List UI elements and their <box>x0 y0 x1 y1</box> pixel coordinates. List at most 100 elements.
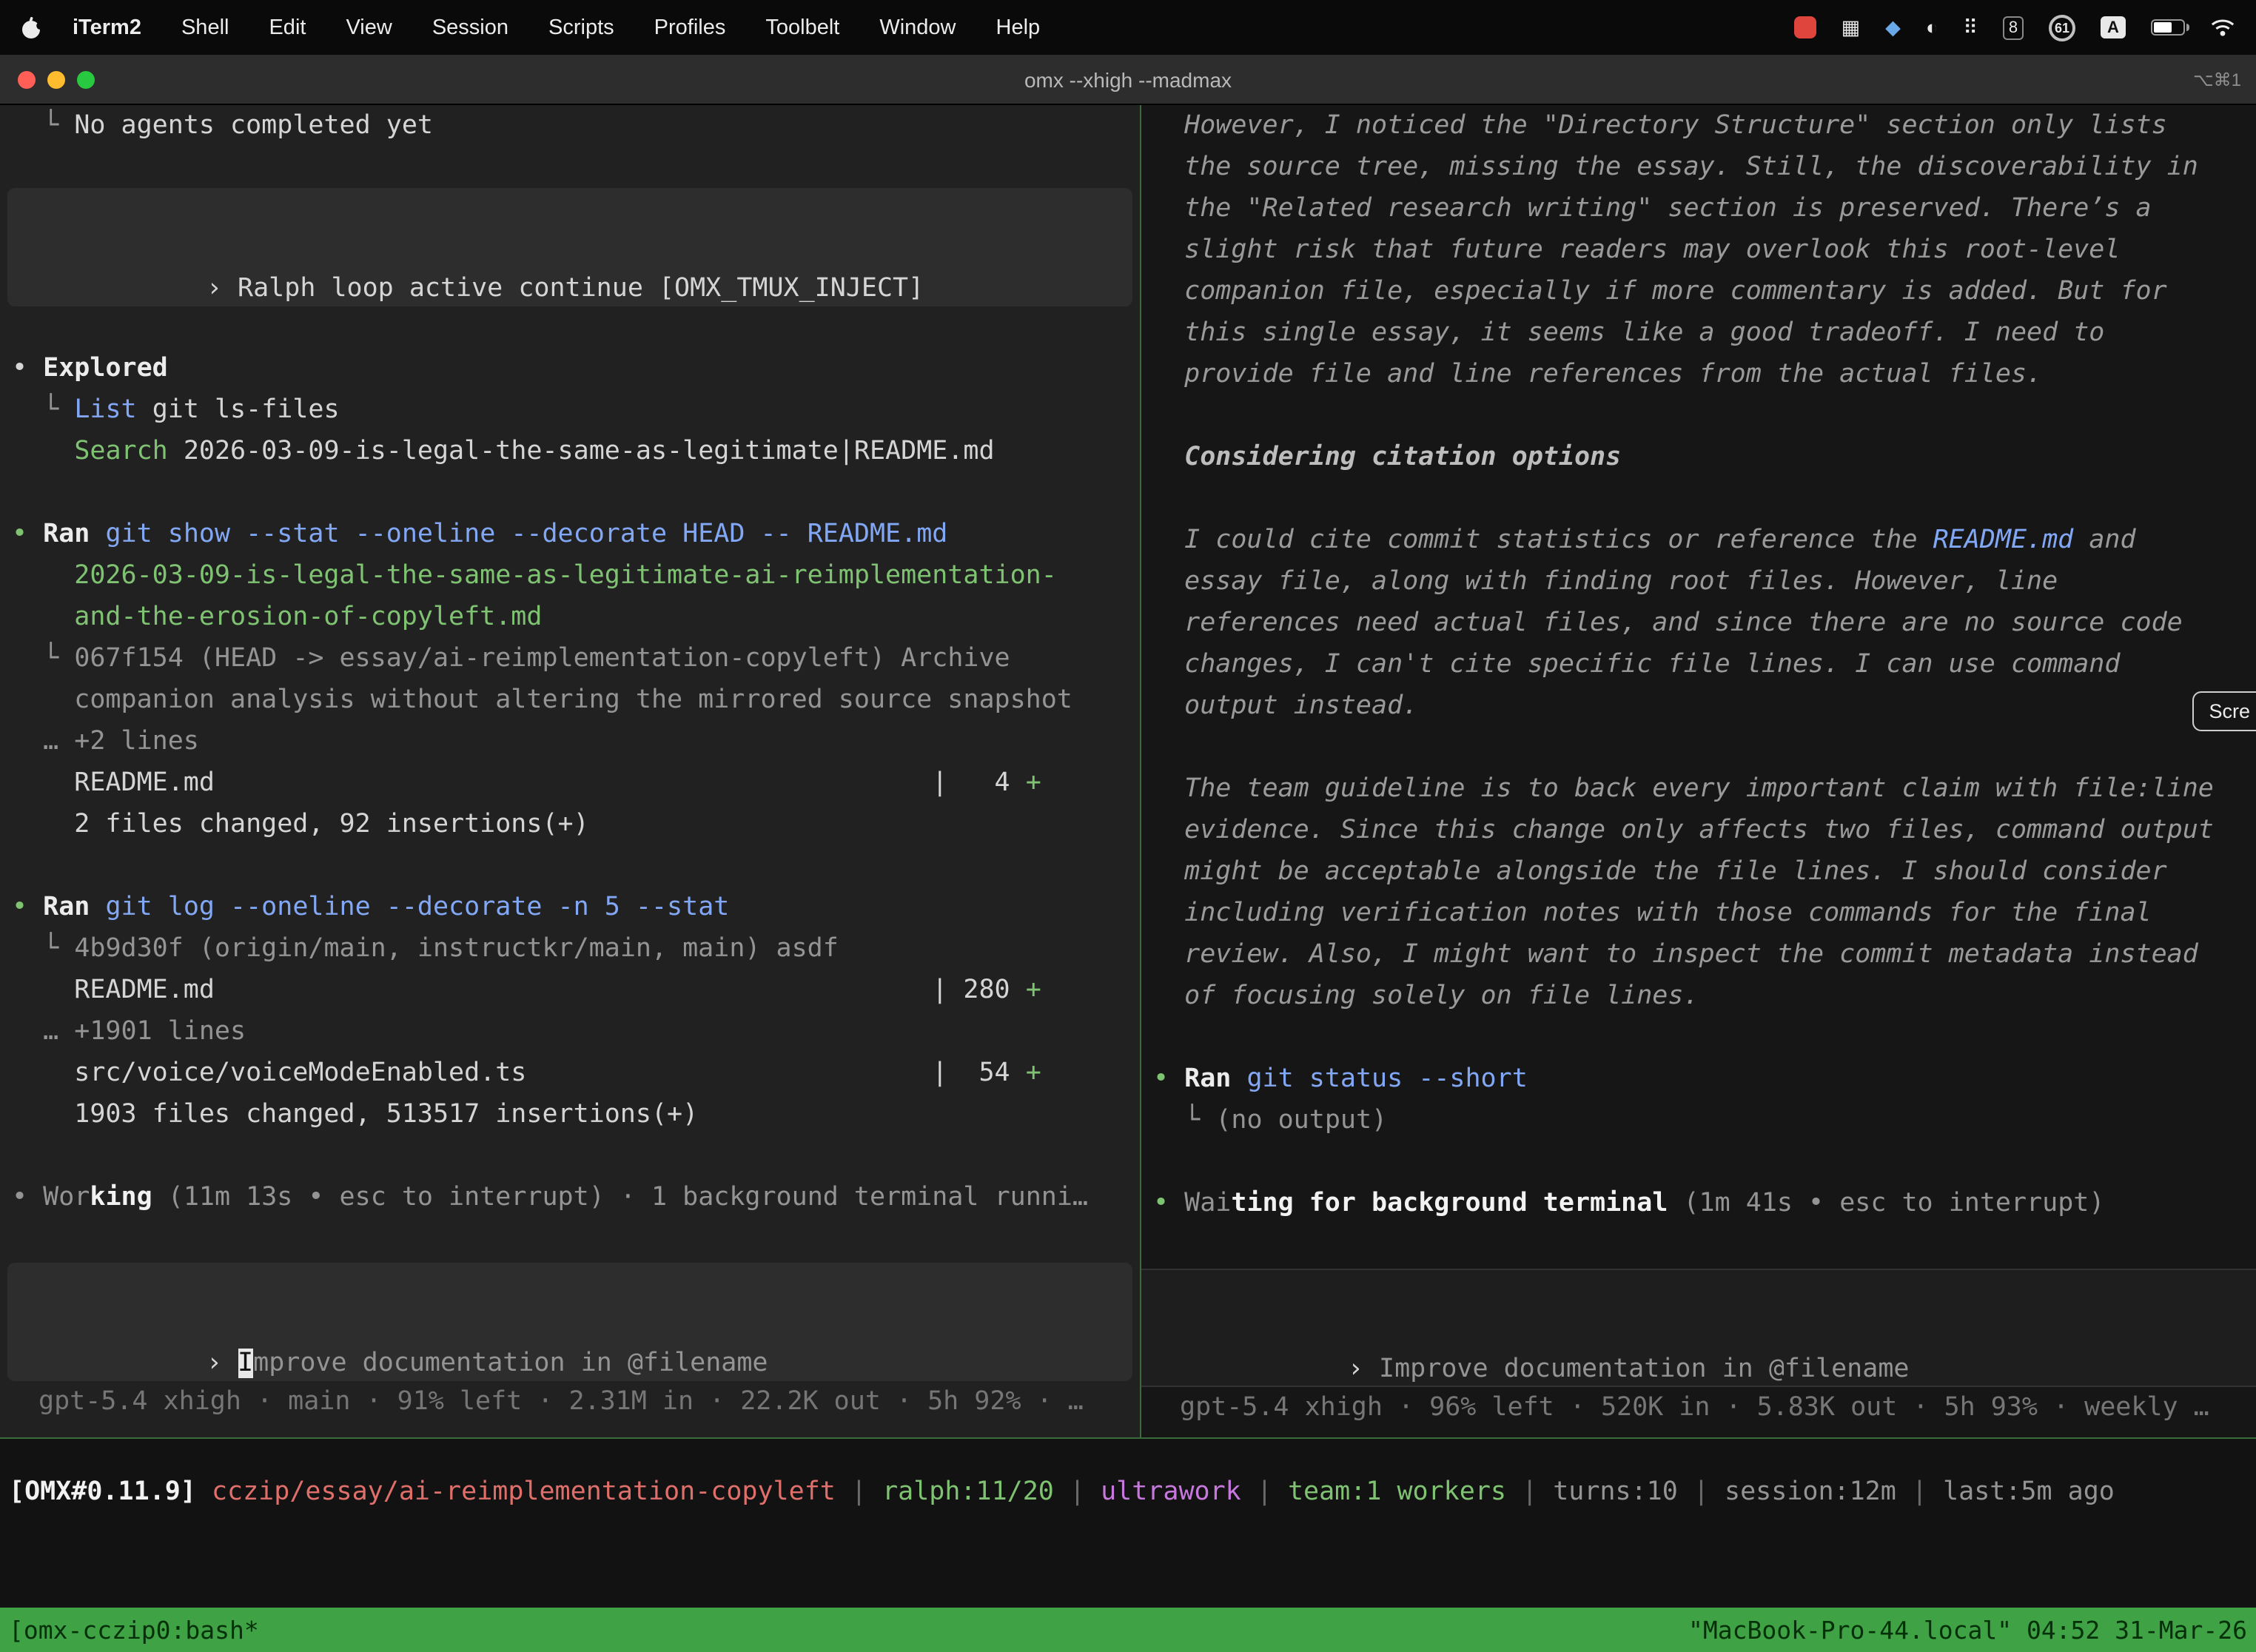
text-segment: changes, I can't cite specific file line… <box>1153 650 2120 679</box>
keypad-icon[interactable]: 8 <box>2003 16 2024 39</box>
menu-bar: iTerm2 Shell Edit View Session Scripts Profile… <box>0 0 2256 55</box>
terminal-line: 1903 files changed, 513517 insertions(+) <box>0 1094 1140 1135</box>
terminal-line: including verification notes with those … <box>1141 893 2256 934</box>
left-input-box[interactable]: › Improve documentation in @filename <box>7 1263 1132 1381</box>
text-segment: 1903 files changed, 513517 insertions(+) <box>12 1100 698 1129</box>
menu-item-0[interactable]: iTerm2 <box>73 16 141 39</box>
input-line: › Improve documentation in @filename <box>19 1301 1121 1343</box>
text-segment: └ <box>12 395 74 425</box>
text-segment: output instead. <box>1153 691 1418 721</box>
menu-item-5[interactable]: Scripts <box>548 16 614 39</box>
text-segment: List <box>74 395 136 425</box>
terminal-line: and-the-erosion-of-copyleft.md <box>0 597 1140 638</box>
text-segment: cczip/essay/ai-reimplementation-copyleft <box>212 1477 836 1507</box>
text-segment: | <box>1506 1477 1553 1507</box>
terminal-line: src/voice/voiceModeEnabled.ts | 54 + <box>0 1052 1140 1094</box>
dots-grid-icon[interactable]: ⠿ <box>1963 16 1978 39</box>
menu-item-7[interactable]: Toolbelt <box>765 16 839 39</box>
terminal-line <box>0 845 1140 887</box>
text-segment: I could cite commit statistics or refere… <box>1153 526 1933 555</box>
text-segment: • <box>1153 1064 1184 1094</box>
menu-items: iTerm2 Shell Edit View Session Scripts Profile… <box>73 16 1040 39</box>
menu-item-6[interactable]: Profiles <box>654 16 726 39</box>
menu-item-2[interactable]: Edit <box>269 16 306 39</box>
text-segment <box>90 520 105 549</box>
text-segment: └ <box>1153 1106 1215 1135</box>
left-pane-lines: • Explored └ List git ls-files Search 20… <box>0 306 1140 1218</box>
text-segment: 2026-03-09-is-legal-the-same-as-legitima… <box>168 437 995 466</box>
close-button[interactable] <box>18 70 36 88</box>
terminal-line: 2 files changed, 92 insertions(+) <box>0 804 1140 845</box>
text-segment: and-the-erosion-of-copyleft.md <box>12 602 542 632</box>
text-segment: The team guideline is to back every impo… <box>1153 774 2214 804</box>
wifi-icon[interactable] <box>2210 18 2235 37</box>
text-segment: … +2 lines <box>12 727 199 756</box>
text-segment: └ <box>12 111 74 141</box>
contrast-icon[interactable]: ◐ <box>1926 16 1938 38</box>
menu-item-4[interactable]: Session <box>432 16 508 39</box>
terminal-line: However, I noticed the "Directory Struct… <box>1141 105 2256 147</box>
terminal-line: └ 067f154 (HEAD -> essay/ai-reimplementa… <box>0 638 1140 679</box>
text-segment: | <box>1241 1477 1288 1507</box>
terminal-line: provide file and line references from th… <box>1141 354 2256 395</box>
window-title-bar[interactable]: omx --xhigh --madmax ⌥⌘1 <box>0 55 2256 105</box>
prompt-chevron-icon: › <box>207 274 238 303</box>
text-segment: ultrawork <box>1101 1477 1241 1507</box>
text-segment: README.md | 4 <box>12 768 1026 798</box>
terminal-line: slight risk that future readers may over… <box>1141 229 2256 271</box>
screen-notification-overlay[interactable]: Scre <box>2192 691 2256 731</box>
screen: iTerm2 Shell Edit View Session Scripts Profile… <box>0 0 2256 1652</box>
terminal-line: references need actual files, and since … <box>1141 602 2256 644</box>
text-segment: review. Also, I might want to inspect th… <box>1153 940 2198 970</box>
right-pane[interactable]: However, I noticed the "Directory Struct… <box>1140 105 2256 1437</box>
blue-app-icon[interactable]: ◆ <box>1885 16 1901 39</box>
text-segment: provide file and line references from th… <box>1153 360 2042 389</box>
traffic-lights <box>18 70 95 88</box>
menu-item-8[interactable]: Window <box>879 16 956 39</box>
right-status-line: gpt-5.4 xhigh · 96% left · 520K in · 5.8… <box>1141 1387 2256 1428</box>
terminal-line: • Waiting for background terminal (1m 41… <box>1141 1183 2256 1224</box>
right-pane-lines: However, I noticed the "Directory Struct… <box>1141 105 2256 1224</box>
battery-gauge-icon[interactable]: 61 <box>2049 14 2075 41</box>
menu-item-3[interactable]: View <box>346 16 392 39</box>
left-pane[interactable]: └ No agents completed yet › Ralph loop a… <box>0 105 1140 1437</box>
text-segment: last:5m ago <box>1943 1477 2115 1507</box>
menu-bar-status-icons: ▦ ◆ ◐ ⠿ 8 61 A <box>1794 14 2235 41</box>
terminal-line: the "Related research writing" section i… <box>1141 188 2256 229</box>
text-segment: • <box>12 354 43 383</box>
terminal-line: README.md | 4 + <box>0 762 1140 804</box>
terminal-line: this single essay, it seems like a good … <box>1141 312 2256 354</box>
pane-divider <box>0 1437 2256 1439</box>
text-segment: references need actual files, and since … <box>1153 608 2183 638</box>
text-segment: (11m 13s • esc to interrupt) · 1 backgro… <box>152 1183 1088 1212</box>
text-segment: … +1901 lines <box>12 1017 246 1047</box>
input-line: › Improve documentation in @filename <box>1161 1307 2244 1349</box>
text-segment: However, I noticed the "Directory Struct… <box>1153 111 2167 141</box>
right-input-box[interactable]: › Improve documentation in @filename <box>1141 1269 2256 1387</box>
input-source-icon[interactable]: A <box>2101 16 2126 38</box>
terminal-line: … +2 lines <box>0 721 1140 762</box>
text-segment <box>1231 1064 1246 1094</box>
text-segment: essay file, along with finding root file… <box>1153 567 2058 597</box>
text-segment: src/voice/voiceModeEnabled.ts | 54 <box>12 1058 1026 1088</box>
terminal-line: changes, I can't cite specific file line… <box>1141 644 2256 685</box>
minimize-button[interactable] <box>47 70 65 88</box>
terminal-line: • Working (11m 13s • esc to interrupt) ·… <box>0 1177 1140 1218</box>
battery-icon[interactable] <box>2151 19 2185 36</box>
window-title: omx --xhigh --madmax <box>0 67 2256 91</box>
keyboard-grid-icon[interactable]: ▦ <box>1842 16 1861 39</box>
text-segment: companion analysis without altering the … <box>12 685 1072 715</box>
screen-recording-indicator[interactable] <box>1794 16 1816 38</box>
apple-menu-icon[interactable] <box>21 16 43 39</box>
terminal-line: └ 4b9d30f (origin/main, instructkr/main,… <box>0 928 1140 970</box>
text-segment: + <box>1026 768 1041 798</box>
text-segment: 067f154 (HEAD -> essay/ai-reimplementati… <box>74 644 1010 674</box>
input-text: mprove documentation in @filename <box>253 1349 768 1378</box>
text-segment: (no output) <box>1215 1106 1387 1135</box>
text-segment: Ran <box>43 893 90 922</box>
text-segment: • <box>1153 1189 1184 1218</box>
text-segment: └ <box>12 644 74 674</box>
menu-item-1[interactable]: Shell <box>181 16 229 39</box>
menu-item-9[interactable]: Help <box>996 16 1041 39</box>
zoom-button[interactable] <box>77 70 95 88</box>
